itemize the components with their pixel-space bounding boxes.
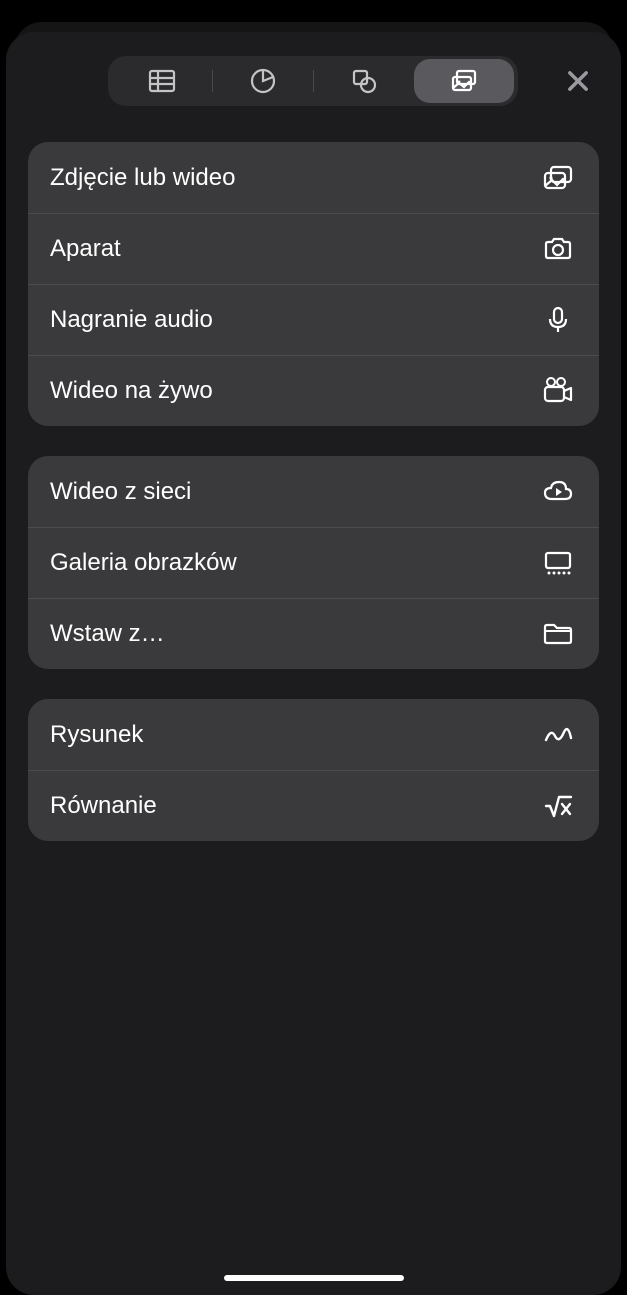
home-indicator[interactable]	[224, 1275, 404, 1281]
segment-media[interactable]	[414, 59, 514, 103]
row-camera[interactable]: Aparat	[28, 213, 599, 284]
close-button[interactable]	[557, 60, 599, 102]
segment-charts[interactable]	[213, 59, 313, 103]
insert-segmented-control[interactable]	[108, 56, 518, 106]
row-label: Wideo z sieci	[50, 478, 191, 506]
cloud-play-icon	[539, 473, 577, 511]
camera-icon	[539, 230, 577, 268]
photo-video-icon	[539, 159, 577, 197]
row-photo-or-video[interactable]: Zdjęcie lub wideo	[28, 142, 599, 213]
row-label: Zdjęcie lub wideo	[50, 164, 235, 192]
row-label: Wideo na żywo	[50, 377, 213, 405]
video-camera-icon	[539, 372, 577, 410]
row-label: Wstaw z…	[50, 620, 165, 648]
microphone-icon	[539, 301, 577, 339]
segment-tables[interactable]	[112, 59, 212, 103]
row-drawing[interactable]: Rysunek	[28, 699, 599, 770]
segment-shapes[interactable]	[314, 59, 414, 103]
scribble-icon	[539, 716, 577, 754]
row-label: Nagranie audio	[50, 306, 213, 334]
row-equation[interactable]: Równanie	[28, 770, 599, 841]
media-group-3: Rysunek Równanie	[28, 699, 599, 841]
row-insert-from[interactable]: Wstaw z…	[28, 598, 599, 669]
row-web-video[interactable]: Wideo z sieci	[28, 456, 599, 527]
equation-icon	[539, 787, 577, 825]
gallery-icon	[539, 544, 577, 582]
row-label: Galeria obrazków	[50, 549, 237, 577]
row-image-gallery[interactable]: Galeria obrazków	[28, 527, 599, 598]
media-group-1: Zdjęcie lub wideo Aparat Nagranie audio …	[28, 142, 599, 426]
media-group-2: Wideo z sieci Galeria obrazków Wstaw z…	[28, 456, 599, 669]
row-label: Rysunek	[50, 721, 143, 749]
row-live-video[interactable]: Wideo na żywo	[28, 355, 599, 426]
row-label: Aparat	[50, 235, 121, 263]
row-audio-recording[interactable]: Nagranie audio	[28, 284, 599, 355]
row-label: Równanie	[50, 792, 157, 820]
folder-icon	[539, 615, 577, 653]
